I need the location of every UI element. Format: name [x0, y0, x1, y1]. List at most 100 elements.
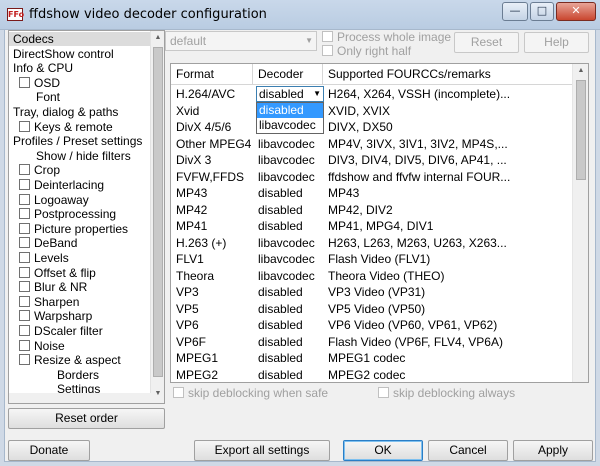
- table-row[interactable]: Theora libavcodec Theora Video (THEO): [171, 268, 573, 284]
- tree-item-checkbox[interactable]: [19, 193, 30, 205]
- tree-item-checkbox[interactable]: [19, 266, 30, 278]
- tree-item-label: Tray, dialog & paths: [13, 105, 119, 119]
- tree-item[interactable]: Warpsharp: [19, 309, 92, 323]
- skip-deblock-always-checkbox[interactable]: skip deblocking always: [378, 386, 515, 400]
- column-header-decoder[interactable]: Decoder: [253, 64, 323, 85]
- tree-item-checkbox[interactable]: [19, 179, 30, 190]
- table-row[interactable]: VP6F disabled Flash Video (VP6F, FLV4, VP6…: [171, 334, 573, 350]
- tree-item-label: DScaler filter: [34, 324, 103, 338]
- tree-item[interactable]: OSD: [19, 76, 60, 90]
- fourcc-cell: VP3 Video (VP31): [328, 285, 426, 299]
- process-whole-image-checkbox[interactable]: Process whole image: [322, 30, 451, 44]
- table-row[interactable]: VP3 disabled VP3 Video (VP31): [171, 284, 573, 300]
- tree-item-checkbox[interactable]: [19, 281, 30, 293]
- tree-item-label: DeBand: [34, 236, 78, 251]
- tree-item-checkbox[interactable]: [19, 76, 30, 88]
- tree-scroll-thumb[interactable]: [153, 47, 163, 377]
- table-row[interactable]: Other MPEG4 libavcodec MP4V, 3IVX, 3IV1, 3…: [171, 136, 573, 152]
- cancel-button[interactable]: Cancel: [428, 440, 508, 461]
- tree-item[interactable]: Levels: [19, 251, 69, 265]
- scroll-up-arrow-icon[interactable]: ▲: [151, 31, 164, 45]
- tree-item[interactable]: Deinterlacing: [19, 178, 104, 192]
- tree-item-checkbox[interactable]: [19, 339, 30, 351]
- tree-item-checkbox[interactable]: [19, 164, 30, 176]
- tree-item-checkbox[interactable]: [19, 222, 30, 234]
- tree-item[interactable]: DirectShow control: [13, 47, 114, 61]
- tree-item[interactable]: Picture properties: [19, 222, 128, 236]
- table-row[interactable]: H.264/AVC H264, X264, VSSH (incomplete)..…: [171, 86, 573, 134]
- tree-item-checkbox[interactable]: [19, 325, 30, 336]
- table-row[interactable]: DivX 3 libavcodec DIV3, DIV4, DIV5, DIV6, …: [171, 152, 573, 168]
- table-row[interactable]: FLV1 libavcodec Flash Video (FLV1): [171, 251, 573, 267]
- tree-item[interactable]: Logoaway: [19, 193, 89, 207]
- tree-item-checkbox[interactable]: [19, 354, 30, 366]
- apply-button[interactable]: Apply: [513, 440, 593, 461]
- table-row[interactable]: MP42 disabled MP42, DIV2: [171, 202, 573, 218]
- preset-select[interactable]: default ▼: [165, 31, 317, 51]
- only-right-half-checkbox[interactable]: Only right half: [322, 44, 411, 58]
- table-row[interactable]: MP43 disabled MP43: [171, 185, 573, 201]
- table-row[interactable]: VP5 disabled VP5 Video (VP50): [171, 301, 573, 317]
- tree-item[interactable]: Blur & NR: [19, 280, 87, 294]
- column-header-format[interactable]: Format: [171, 64, 253, 85]
- tree-item[interactable]: Postprocessing: [19, 207, 116, 221]
- tree-item[interactable]: Profiles / Preset settings: [13, 134, 142, 148]
- tree-item[interactable]: Noise: [19, 339, 65, 353]
- table-scrollbar[interactable]: ▲: [572, 64, 588, 382]
- tree-item[interactable]: Codecs: [9, 32, 150, 46]
- decoder-cell: disabled: [258, 367, 303, 382]
- checkbox-box: [322, 31, 333, 42]
- table-row[interactable]: MPEG2 disabled MPEG2 codec: [171, 367, 573, 383]
- tree-item[interactable]: Sharpen: [19, 295, 79, 309]
- settings-tree[interactable]: Codecs DirectShow control Info & CPU OSD Fon…: [8, 30, 165, 404]
- decoder-option[interactable]: libavcodec: [257, 118, 323, 133]
- tree-item[interactable]: Resize & aspect: [19, 353, 121, 367]
- tree-item-checkbox[interactable]: [19, 295, 30, 307]
- decoder-option[interactable]: disabled: [257, 103, 323, 118]
- table-row[interactable]: Xvid disabled XVID, XVIX: [171, 103, 573, 119]
- reset-button[interactable]: Reset: [454, 32, 519, 53]
- tree-item[interactable]: DeBand: [19, 236, 77, 250]
- tree-scrollbar[interactable]: ▲ ▼: [150, 31, 164, 403]
- only-right-half-label: Only right half: [337, 44, 412, 58]
- help-button[interactable]: Help: [524, 32, 589, 53]
- tree-item[interactable]: Offset & flip: [19, 266, 96, 280]
- tree-item[interactable]: Keys & remote: [19, 120, 113, 134]
- tree-item[interactable]: Info & CPU: [13, 61, 73, 75]
- table-row[interactable]: MP41 disabled MP41, MPG4, DIV1: [171, 218, 573, 234]
- tree-item-checkbox[interactable]: [19, 310, 30, 322]
- tree-item-checkbox[interactable]: [19, 208, 30, 220]
- donate-button[interactable]: Donate: [8, 440, 90, 461]
- table-row[interactable]: MPEG1 disabled MPEG1 codec: [171, 350, 573, 366]
- format-cell: FLV1: [176, 252, 204, 266]
- ok-button[interactable]: OK: [343, 440, 423, 461]
- reset-order-button[interactable]: Reset order: [8, 408, 165, 429]
- minimize-button[interactable]: —: [502, 2, 528, 21]
- tree-item[interactable]: Show / hide filters: [36, 149, 131, 163]
- export-settings-button[interactable]: Export all settings: [194, 440, 330, 461]
- close-button[interactable]: ✕: [556, 2, 596, 21]
- table-row[interactable]: DivX 4/5/6 libavcodec DIVX, DX50: [171, 119, 573, 135]
- decoder-select[interactable]: disabled ▼: [256, 86, 324, 102]
- tree-item-label: Show / hide filters: [36, 148, 131, 163]
- table-row[interactable]: VP6 disabled VP6 Video (VP60, VP61, VP62): [171, 317, 573, 333]
- tree-item-checkbox[interactable]: [19, 252, 30, 263]
- tree-item[interactable]: Crop: [19, 163, 60, 177]
- tree-item-checkbox[interactable]: [19, 120, 30, 132]
- table-scroll-thumb[interactable]: [576, 80, 586, 180]
- tree-item[interactable]: Tray, dialog & paths: [13, 105, 118, 119]
- format-cell: H.264/AVC: [176, 87, 236, 101]
- tree-item-checkbox[interactable]: [19, 237, 30, 249]
- tree-horizontal-scrollbar[interactable]: [9, 393, 151, 403]
- tree-item[interactable]: Borders: [57, 368, 99, 382]
- scroll-down-arrow-icon[interactable]: ▼: [151, 387, 164, 401]
- scroll-up-arrow-icon[interactable]: ▲: [573, 64, 588, 78]
- tree-item[interactable]: DScaler filter: [19, 324, 103, 338]
- fourcc-cell: VP5 Video (VP50): [328, 301, 426, 316]
- table-row[interactable]: H.263 (+) libavcodec H263, L263, M263, U26…: [171, 235, 573, 251]
- maximize-button[interactable]: □: [530, 2, 554, 21]
- column-header-fourccs[interactable]: Supported FOURCCs/remarks: [323, 64, 573, 85]
- table-row[interactable]: FVFW,FFDS libavcodec ffdshow and ffvfw int…: [171, 169, 573, 185]
- tree-item[interactable]: Font: [36, 90, 60, 104]
- skip-deblock-safe-checkbox[interactable]: skip deblocking when safe: [173, 386, 328, 400]
